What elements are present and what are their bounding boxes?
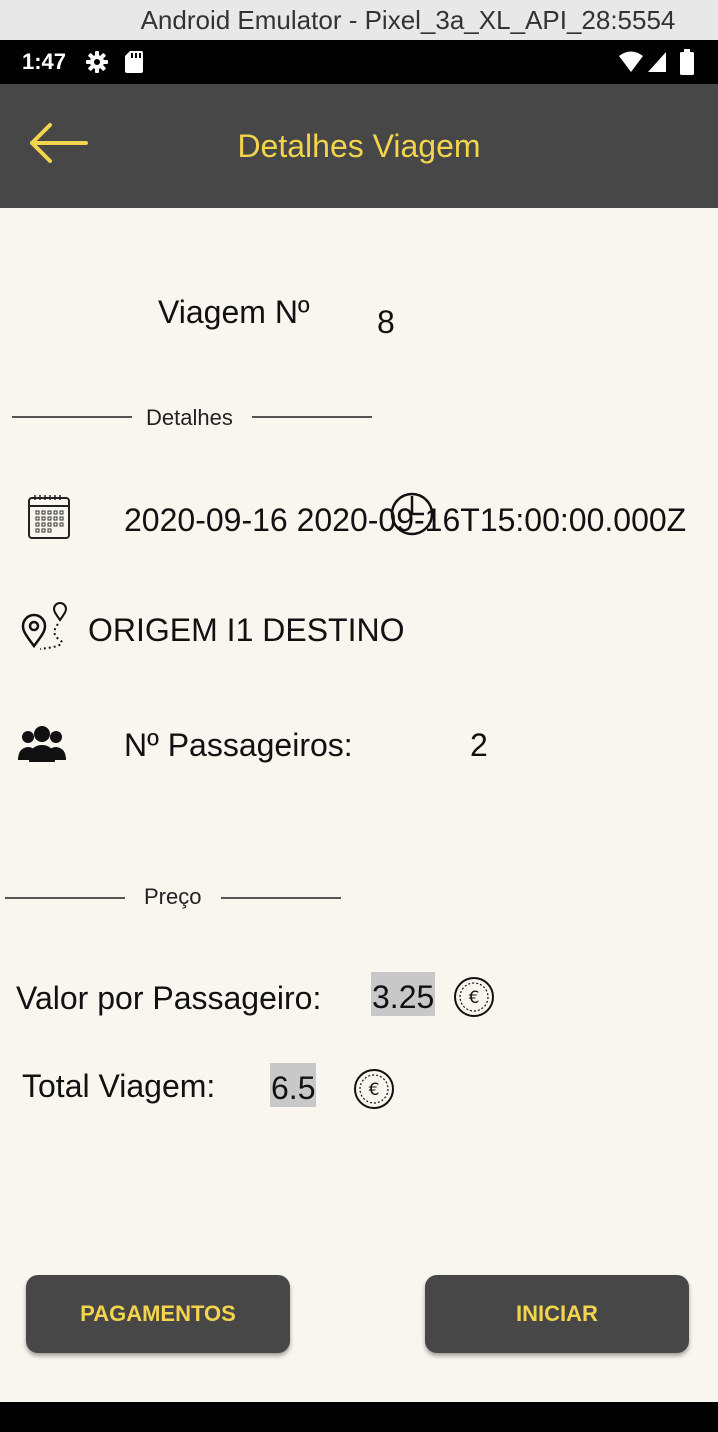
price-section-heading: Preço: [144, 884, 202, 909]
passengers-value: 2: [470, 727, 488, 763]
start-button[interactable]: INICIAR: [425, 1275, 689, 1353]
page-title: Detalhes Viagem: [237, 128, 481, 164]
trip-number: 8: [377, 304, 395, 340]
battery-icon: [680, 49, 694, 75]
payments-button[interactable]: PAGAMENTOS: [26, 1275, 290, 1353]
svg-text:€: €: [469, 988, 480, 1008]
status-time: 1:47: [22, 49, 67, 74]
price-per-passenger-label: Valor por Passageiro:: [16, 980, 322, 1016]
euro-coin-icon: €: [354, 1069, 394, 1109]
app-bar: Detalhes Viagem: [0, 84, 718, 208]
window-title: Android Emulator - Pixel_3a_XL_API_28:55…: [0, 0, 718, 40]
divider-line: [5, 897, 125, 899]
divider-line: [252, 416, 372, 418]
route-icon: [21, 602, 68, 650]
calendar-icon: [28, 495, 70, 539]
total-trip-label: Total Viagem:: [22, 1068, 216, 1104]
total-trip-value: 6.5: [270, 1063, 317, 1107]
divider-line: [12, 416, 132, 418]
signal-icon: [648, 52, 666, 72]
wifi-icon: [619, 51, 643, 72]
back-arrow-icon[interactable]: [24, 118, 94, 174]
navigation-bar: [0, 1402, 718, 1432]
divider-line: [221, 897, 341, 899]
price-per-passenger-value: 3.25: [371, 972, 436, 1016]
trip-route: ORIGEM I1 DESTINO: [88, 612, 405, 648]
status-bar: 1:47: [0, 40, 718, 84]
passengers-label: Nº Passageiros:: [124, 727, 353, 763]
svg-text:€: €: [369, 1080, 380, 1100]
euro-coin-icon: €: [454, 977, 494, 1017]
clock-icon: [390, 492, 434, 536]
passengers-icon: [18, 726, 66, 762]
sd-card-icon: [125, 51, 143, 73]
details-section-heading: Detalhes: [146, 405, 233, 430]
trip-label: Viagem Nº: [158, 294, 310, 330]
gear-icon: [86, 51, 108, 73]
